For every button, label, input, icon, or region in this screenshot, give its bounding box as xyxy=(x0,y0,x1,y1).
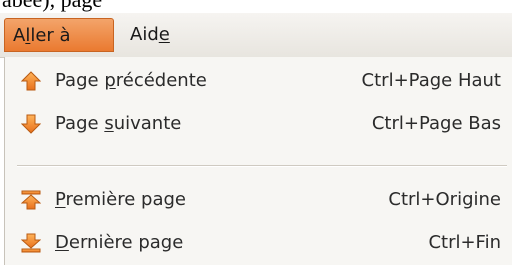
menu-go-to-label-pre: A xyxy=(13,25,26,46)
menu-help-label-pre: Aid xyxy=(130,24,159,45)
menu-item-label: Première page xyxy=(55,180,186,220)
menu-item-label: Dernière page xyxy=(55,223,183,263)
document-text-snippet: abée), page xyxy=(2,0,102,13)
go-to-dropdown-menu: Page précédente Ctrl+Page Haut Page suiv… xyxy=(4,57,512,265)
menu-item-next-page[interactable]: Page suivante Ctrl+Page Bas xyxy=(5,104,512,144)
menu-go-to[interactable]: Aller à xyxy=(4,18,114,52)
label-post: ernière page xyxy=(68,232,184,253)
label-mnemonic: D xyxy=(55,232,69,253)
menu-item-label: Page suivante xyxy=(55,104,181,144)
menu-item-label: Page précédente xyxy=(55,61,207,101)
label-post: remière page xyxy=(65,189,186,210)
label-pre: Page xyxy=(55,113,105,134)
menu-bar: Aller à Aide xyxy=(0,13,512,58)
menu-item-first-page[interactable]: Première page Ctrl+Origine xyxy=(5,180,512,220)
last-page-icon xyxy=(20,233,42,253)
arrow-up-icon xyxy=(20,71,42,91)
menu-item-last-page[interactable]: Dernière page Ctrl+Fin xyxy=(5,223,512,263)
first-page-icon xyxy=(20,190,42,210)
shortcut-text: Ctrl+Page Haut xyxy=(361,70,501,91)
arrow-down-icon xyxy=(20,114,42,134)
menu-go-to-label-post: ler à xyxy=(30,25,71,46)
shortcut-text: Ctrl+Fin xyxy=(428,232,501,253)
label-mnemonic: s xyxy=(104,113,114,134)
menu-item-previous-page[interactable]: Page précédente Ctrl+Page Haut xyxy=(5,61,512,101)
menu-separator xyxy=(17,165,507,167)
label-mnemonic: p xyxy=(104,70,116,91)
app-window: abée), page Aller à Aide Page précédente xyxy=(0,0,512,265)
shortcut-text: Ctrl+Origine xyxy=(388,189,501,210)
menu-help-mnemonic: e xyxy=(158,24,170,45)
menu-help[interactable]: Aide xyxy=(122,18,178,52)
shortcut-text: Ctrl+Page Bas xyxy=(371,113,501,134)
label-post: récédente xyxy=(115,70,207,91)
label-mnemonic: P xyxy=(55,189,66,210)
label-post: uivante xyxy=(113,113,182,134)
label-pre: Page xyxy=(55,70,105,91)
